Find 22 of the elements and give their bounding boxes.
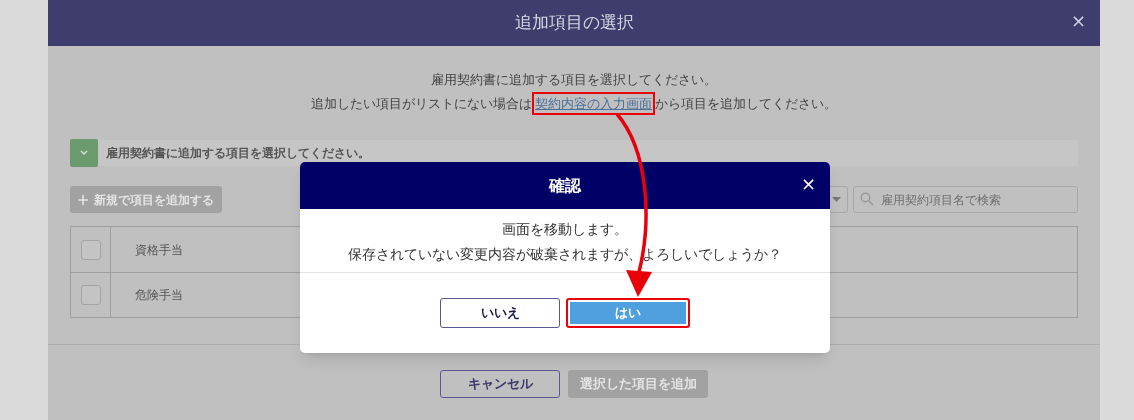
intro-text: 雇用契約書に追加する項目を選択してください。 — [431, 71, 717, 89]
cancel-button[interactable]: キャンセル — [440, 370, 560, 398]
close-button[interactable]: × — [800, 175, 816, 193]
screen-link[interactable]: 契約内容の入力画面 — [532, 91, 655, 115]
row-checkbox[interactable] — [80, 239, 101, 260]
search-field[interactable]: 雇用契約項目名で検索 — [853, 186, 1078, 213]
close-button[interactable]: × — [1070, 12, 1086, 30]
intro-text: から項目を追加してください。 — [655, 94, 837, 113]
chevron-icon — [79, 150, 89, 156]
caret-icon — [832, 197, 841, 202]
collapse-toggle[interactable] — [70, 139, 98, 167]
dialog-title: 確認 — [549, 174, 581, 197]
item-name: 危険手当 — [135, 287, 183, 304]
no-button[interactable]: いいえ — [440, 298, 560, 328]
item-name: 資格手当 — [135, 241, 183, 259]
dialog-message: 画面を移動します。 — [502, 220, 628, 239]
intro-text: 追加したい項目がリストにない場合は — [311, 94, 532, 113]
row-checkbox[interactable] — [80, 285, 101, 305]
search-icon — [860, 192, 874, 206]
modal-title: 追加項目の選択 — [514, 11, 634, 35]
section-title: 雇用契約書に追加する項目を選択してください。 — [106, 145, 370, 162]
plus-icon — [78, 194, 88, 205]
